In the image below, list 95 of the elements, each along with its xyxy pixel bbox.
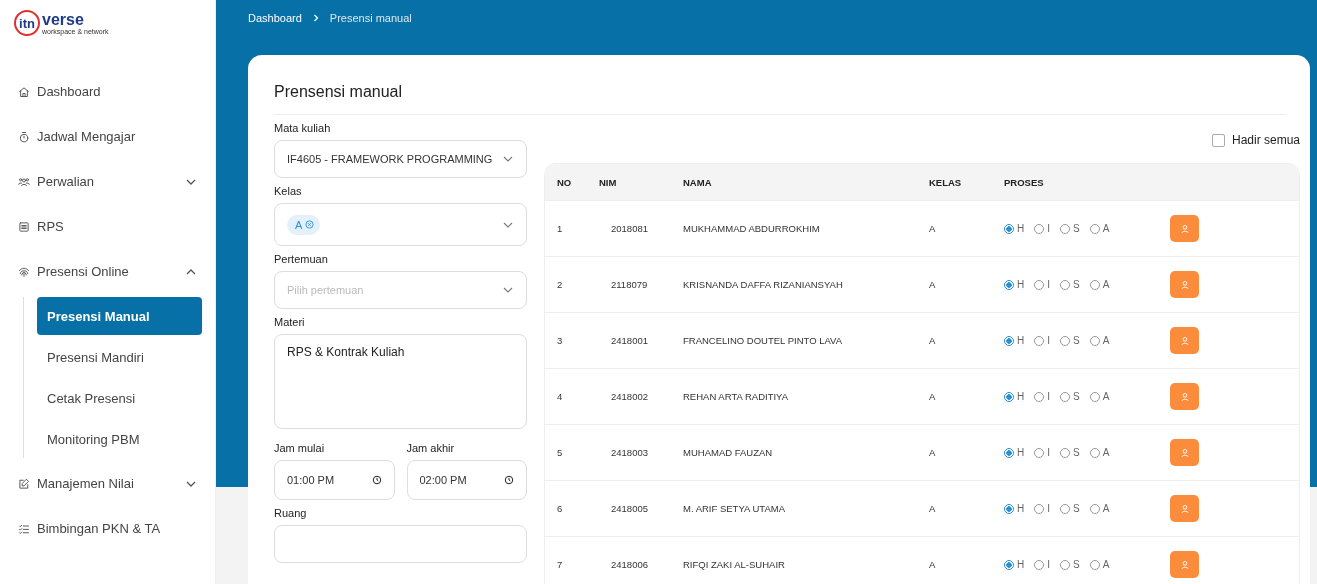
remove-icon[interactable] [305,220,315,229]
column-header: PROSES [1004,176,1045,188]
sidebar-item[interactable]: Perwalian [0,159,215,204]
field-label: Mata kuliah [274,122,332,134]
table-cell-text: MUHAMAD FAUZAN [683,447,774,458]
sidebar-subitem[interactable]: Monitoring PBM [37,420,202,458]
logo-name: verse [42,11,85,28]
table-cell-text: 3 [556,335,564,346]
sidebar-item[interactable]: RPS [0,204,215,249]
checkbox-label: Hadir semua [1231,133,1300,147]
table-cell-text: A [929,559,937,570]
table-cell-text: 2418002 [610,391,649,402]
field-label: Pertemuan [274,253,329,265]
sidebar-subitem[interactable]: Presensi Mandiri [37,338,202,376]
table-cell-text: 2418006 [610,559,649,570]
field-label: Ruang [274,507,308,519]
clock-icon [504,475,514,485]
profile-button[interactable] [1170,215,1199,242]
material-field[interactable]: RPS & Kontrak Kuliah [274,334,527,429]
sidebar-item[interactable]: Dashboard [0,69,215,114]
course-select[interactable]: IF4605 - FRAMEWORK PROGRAMMING [274,140,527,178]
table-cell-text: RIFQI ZAKI AL-SUHAIR [683,559,786,570]
status-radio[interactable]: H [1004,503,1025,514]
person-icon [1179,447,1190,458]
table-cell-text: 2418001 [610,335,649,346]
table-cell-text: MUKHAMMAD ABDURROKHIM [683,223,821,234]
table-cell-text: 2118079 [610,279,649,290]
profile-button[interactable] [1170,495,1199,522]
home-icon [18,85,30,98]
edit-icon [18,477,30,490]
table-cell-text: REHAN ARTA RADITIYA [683,391,790,402]
checkbox[interactable] [1211,133,1225,147]
table-cell-text: KRISNANDA DAFFA RIZANIANSYAH [683,279,844,290]
profile-button[interactable] [1170,383,1199,410]
table-cell-text: A [929,391,937,402]
status-radio[interactable]: H [1004,279,1025,290]
end-time-field[interactable]: 02:00 PM [406,460,527,500]
room-field[interactable] [274,525,527,563]
status-radio[interactable]: H [1004,391,1025,402]
column-header: NAMA [683,176,713,188]
column-header: NIM [599,176,618,188]
table-cell-text: A [929,223,937,234]
table-cell-text: 7 [556,559,564,570]
sidebar-subitem[interactable]: Presensi Manual [37,297,202,335]
table-cell-text: 6 [556,503,564,514]
sidebar-subitem[interactable]: Cetak Presensi [37,379,202,417]
status-radio[interactable]: H [1004,223,1025,234]
person-icon [1179,559,1190,570]
table-cell-text: FRANCELINO DOUTEL PINTO LAVA [683,335,844,346]
table-cell-text: 2 [556,279,564,290]
clock-icon [371,475,382,485]
field-label: Jam akhir [406,442,456,454]
stopwatch-icon [18,130,30,143]
table-cell-text: 2418003 [610,447,649,458]
chevron-right-icon [311,14,320,22]
checklist-icon [18,522,30,535]
profile-button[interactable] [1170,439,1199,466]
column-header: NO [556,176,573,188]
people-icon [18,175,30,188]
sidebar-item[interactable]: Manajemen Nilai [0,461,215,506]
class-tag: A [287,214,321,235]
table-cell-text: A [929,447,937,458]
profile-button[interactable] [1170,327,1199,354]
person-icon [1179,335,1190,346]
sidebar-item[interactable]: Presensi Online [0,249,215,294]
table-cell-text: A [929,335,937,346]
person-icon [1179,279,1190,290]
field-label: Jam mulai [274,442,326,454]
sidebar-item[interactable]: Bimbingan PKN & TA [0,506,215,551]
table-cell-text: A [929,503,937,514]
table-cell-text: 5 [556,447,564,458]
logo-mark: itn [14,10,40,36]
table-cell-text: 2418005 [610,503,649,514]
field-label: Materi [274,316,306,328]
sidebar-item[interactable]: Jadwal Mengajar [0,114,215,159]
person-icon [1179,223,1190,234]
person-icon [1179,503,1190,514]
status-radio[interactable]: H [1004,447,1025,458]
profile-button[interactable] [1170,551,1199,578]
column-header: KELAS [929,176,963,188]
table-cell-text: M. ARIF SETYA UTAMA [683,503,787,514]
document-icon [18,220,30,233]
status-radio[interactable]: H [1004,335,1025,346]
status-radio[interactable]: H [1004,559,1025,570]
fingerprint-icon [18,265,30,278]
start-time-field[interactable]: 01:00 PM [274,460,395,500]
table-cell-text: 1 [556,223,564,234]
breadcrumb-link[interactable]: Dashboard [248,12,302,24]
table-cell-text: 4 [556,391,564,402]
table-cell-text: A [929,279,937,290]
person-icon [1179,391,1190,402]
field-label: Kelas [274,185,303,197]
profile-button[interactable] [1170,271,1199,298]
page-title: Prensensi manual [274,55,1286,115]
table-cell-text: 2018081 [610,223,649,234]
